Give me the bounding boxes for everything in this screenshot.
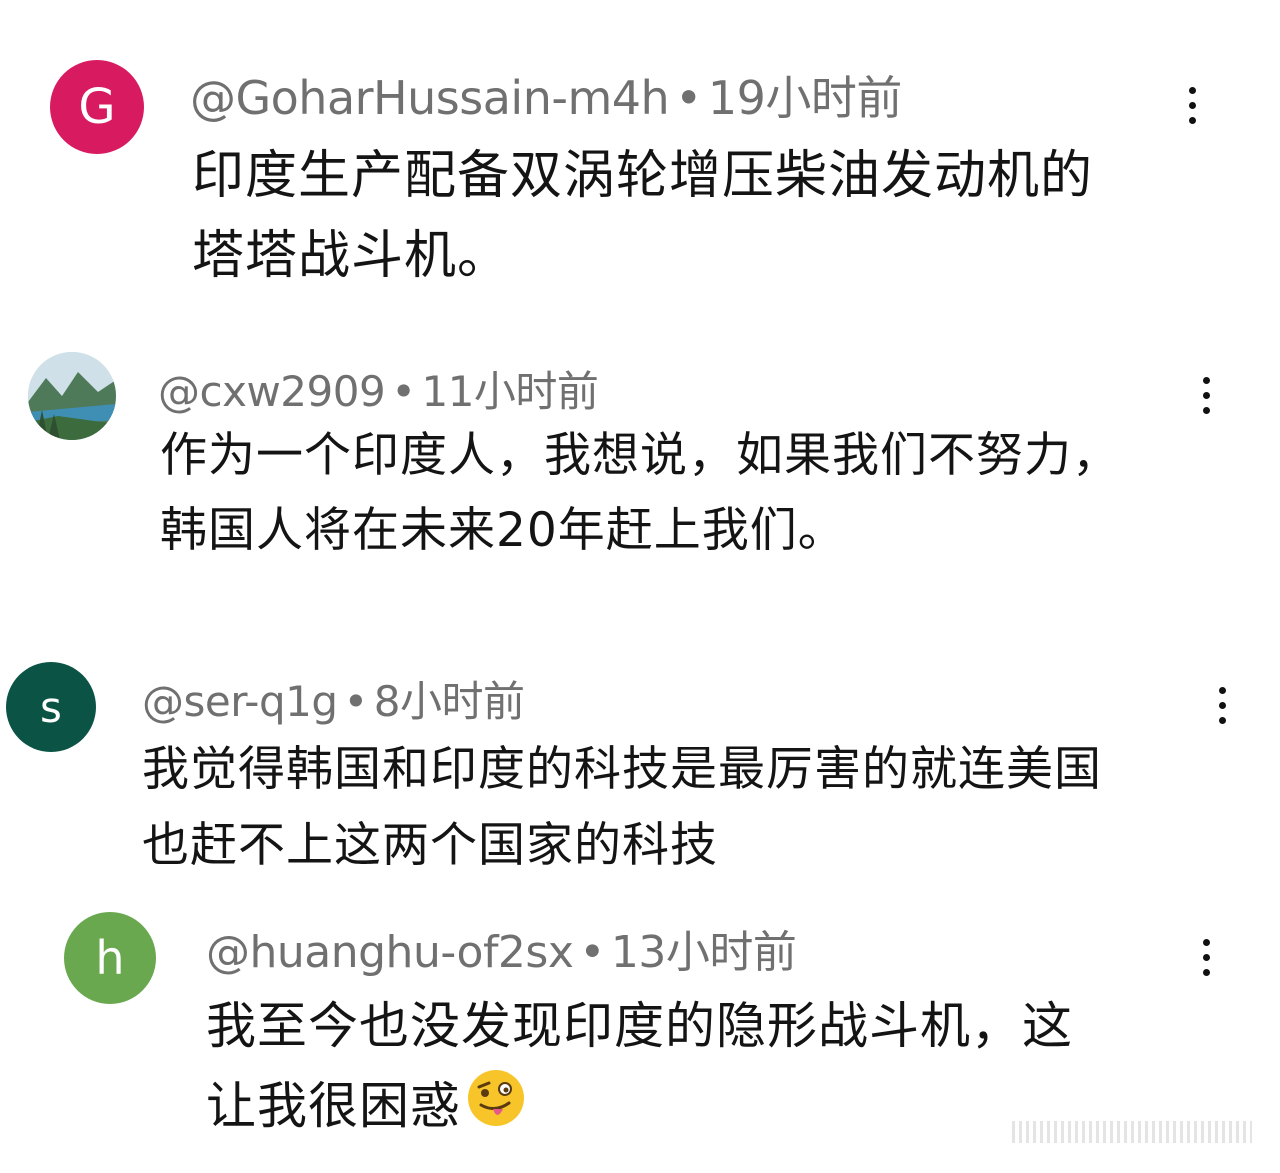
more-options-icon[interactable] [1172, 70, 1212, 140]
landscape-photo-icon[interactable] [28, 352, 116, 440]
meta-separator: • [343, 677, 369, 726]
timestamp: 8小时前 [373, 677, 525, 726]
comment-text: 我觉得韩国和印度的科技是最厉害的就连美国 也赶不上这两个国家的科技 [142, 732, 1102, 884]
meta-separator: • [675, 71, 702, 125]
avatar[interactable]: s [6, 662, 96, 752]
timestamp: 13小时前 [610, 927, 797, 978]
timestamp: 11小时前 [421, 367, 599, 416]
meta-separator: • [391, 367, 416, 416]
timestamp: 19小时前 [707, 71, 903, 125]
avatar[interactable]: h [64, 912, 156, 1004]
comment-line: 作为一个印度人，我想说，如果我们不努力， [160, 428, 1120, 483]
comment-text: 作为一个印度人，我想说，如果我们不努力， 韩国人将在未来20年赶上我们。 [160, 418, 1120, 568]
comment-line: 印度生产配备双涡轮增压柴油发动机的 [192, 146, 1094, 206]
comment-line: 也赶不上这两个国家的科技 [142, 818, 718, 873]
comment-meta: @huanghu-of2sx • 13小时前 [206, 916, 797, 980]
comment-line: 我觉得韩国和印度的科技是最厉害的就连美国 [142, 742, 1102, 797]
comment-meta: @cxw2909 • 11小时前 [158, 358, 599, 419]
comment-meta: @ser-q1g • 8小时前 [142, 668, 525, 729]
comment-text: 我至今也没发现印度的隐形战斗机，这 让我很困惑 [206, 986, 1073, 1152]
comment-line-with-emoji: 让我很困惑 [206, 1066, 1073, 1152]
meta-separator: • [579, 927, 605, 978]
username[interactable]: @GoharHussain-m4h [190, 71, 670, 125]
comment-meta: @GoharHussain-m4h • 19小时前 [190, 62, 902, 128]
more-options-icon[interactable] [1186, 360, 1226, 430]
more-options-icon[interactable] [1202, 670, 1242, 740]
more-options-icon[interactable] [1186, 922, 1226, 992]
avatar[interactable]: G [50, 60, 144, 154]
username[interactable]: @cxw2909 [158, 367, 386, 416]
comment-text: 印度生产配备双涡轮增压柴油发动机的 塔塔战斗机。 [192, 136, 1093, 296]
comment-line: 让我很困惑 [206, 1077, 461, 1135]
username[interactable]: @huanghu-of2sx [206, 927, 574, 978]
comment-line: 塔塔战斗机。 [192, 226, 511, 286]
username[interactable]: @ser-q1g [142, 677, 338, 726]
zany-face-icon [465, 1067, 527, 1152]
comment-line: 韩国人将在未来20年赶上我们。 [160, 503, 846, 558]
comment-line: 我至今也没发现印度的隐形战斗机，这 [206, 997, 1073, 1055]
watermark [1012, 1121, 1252, 1143]
